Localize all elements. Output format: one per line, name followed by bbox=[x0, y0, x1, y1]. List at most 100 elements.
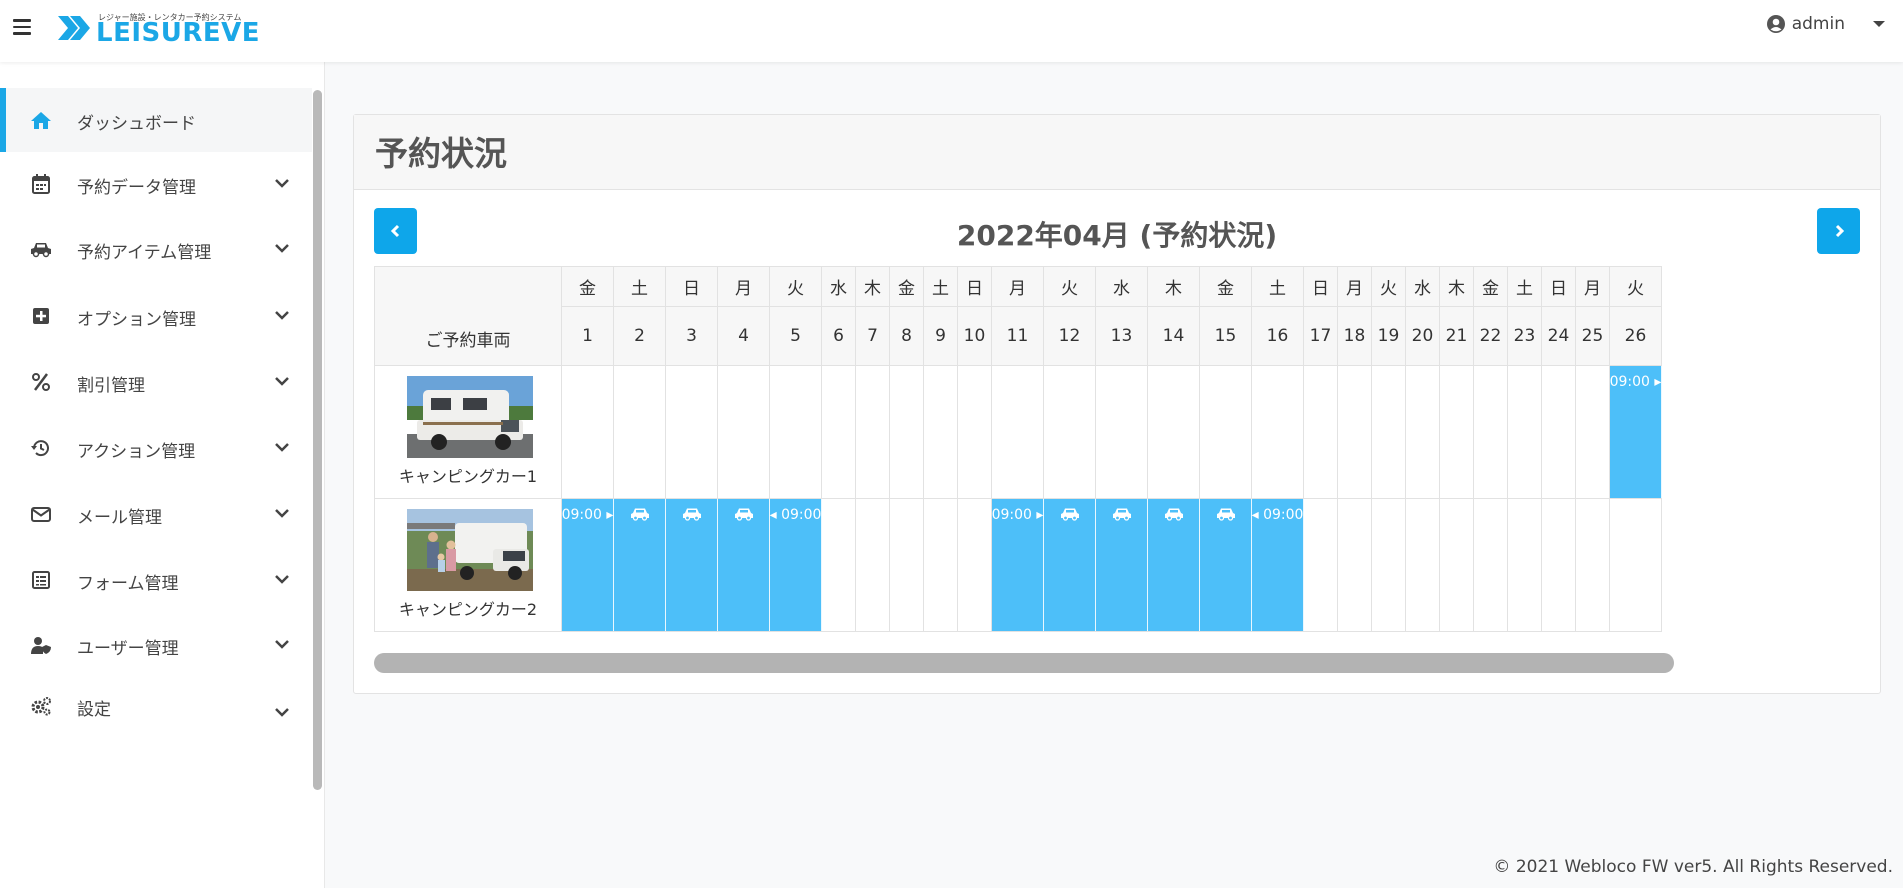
calendar-day-cell[interactable] bbox=[822, 366, 856, 499]
calendar-day-cell[interactable] bbox=[1542, 499, 1576, 632]
calendar-day-cell[interactable] bbox=[1474, 499, 1508, 632]
horizontal-scrollbar[interactable] bbox=[374, 653, 1674, 673]
gears-icon bbox=[31, 697, 51, 716]
booking-block[interactable] bbox=[1044, 499, 1096, 631]
calendar-day-cell[interactable] bbox=[1304, 499, 1338, 632]
booking-block[interactable] bbox=[1096, 499, 1148, 631]
booking-start-time: 09:00 ▸ bbox=[991, 507, 1044, 523]
weekday-header: 月 bbox=[992, 266, 1044, 307]
booking-block[interactable]: 09:00 ▸ bbox=[1610, 366, 1662, 498]
user-shield-icon bbox=[31, 637, 51, 654]
calendar-day-cell[interactable] bbox=[1148, 366, 1200, 499]
calendar-day-cell[interactable] bbox=[958, 366, 992, 499]
calendar-day-cell[interactable] bbox=[1304, 366, 1338, 499]
weekday-header: 金 bbox=[1200, 266, 1252, 307]
calendar-day-cell[interactable] bbox=[992, 366, 1044, 499]
sidebar-item-dashboard[interactable]: ダッシュボード bbox=[0, 88, 312, 152]
date-header: 20 bbox=[1406, 307, 1440, 366]
sidebar-item-reservation-data[interactable]: 予約データ管理 bbox=[0, 152, 312, 216]
calendar-day-cell[interactable] bbox=[1252, 366, 1304, 499]
next-month-button[interactable] bbox=[1817, 208, 1860, 254]
car-icon bbox=[630, 508, 649, 521]
calendar-day-cell[interactable] bbox=[856, 499, 890, 632]
date-header: 8 bbox=[890, 307, 924, 366]
calendar-day-cell[interactable] bbox=[958, 499, 992, 632]
calendar-day-cell[interactable] bbox=[1542, 366, 1576, 499]
vehicle-column-header: ご予約車両 bbox=[374, 266, 562, 366]
sidebar-item-forms[interactable]: フォーム管理 bbox=[0, 548, 312, 612]
calendar-day-cell[interactable] bbox=[1474, 366, 1508, 499]
vehicle-photo[interactable] bbox=[407, 376, 533, 458]
chevron-down-icon bbox=[275, 244, 289, 253]
booking-block[interactable] bbox=[614, 499, 666, 631]
chevron-down-icon bbox=[275, 509, 289, 518]
date-header: 12 bbox=[1044, 307, 1096, 366]
sidebar-item-mail[interactable]: メール管理 bbox=[0, 482, 312, 546]
booking-block[interactable] bbox=[1200, 499, 1252, 631]
calendar-day-cell[interactable] bbox=[614, 366, 666, 499]
user-menu[interactable]: admin bbox=[1766, 14, 1885, 34]
booking-block[interactable]: 09:00 ▸ bbox=[992, 499, 1044, 631]
weekday-header: 木 bbox=[856, 266, 890, 307]
calendar-day-cell[interactable] bbox=[890, 366, 924, 499]
chevron-down-icon bbox=[275, 377, 289, 386]
booking-start-time: 09:00 ▸ bbox=[561, 507, 614, 523]
booking-block[interactable]: ◂ 09:00 bbox=[1252, 499, 1304, 631]
calendar-day-cell[interactable] bbox=[1610, 499, 1662, 632]
sidebar-item-discounts[interactable]: 割引管理 bbox=[0, 350, 312, 414]
calendar-day-cell[interactable] bbox=[1576, 366, 1610, 499]
booking-block[interactable] bbox=[666, 499, 718, 631]
sidebar-item-options[interactable]: オプション管理 bbox=[0, 284, 312, 348]
calendar-day-cell[interactable] bbox=[1372, 366, 1406, 499]
plus-square-icon bbox=[33, 308, 49, 324]
calendar-day-cell[interactable] bbox=[1372, 499, 1406, 632]
booking-block[interactable] bbox=[718, 499, 770, 631]
booking-block[interactable]: 09:00 ▸ bbox=[562, 499, 614, 631]
calendar-day-cell[interactable] bbox=[562, 366, 614, 499]
hamburger-menu-icon[interactable] bbox=[13, 19, 31, 35]
calendar-day-cell[interactable] bbox=[1338, 366, 1372, 499]
calendar-day-cell[interactable] bbox=[924, 499, 958, 632]
calendar-day-cell[interactable] bbox=[822, 499, 856, 632]
calendar-day-cell[interactable] bbox=[718, 366, 770, 499]
calendar-day-cell[interactable] bbox=[1508, 499, 1542, 632]
calendar-day-cell[interactable] bbox=[1440, 366, 1474, 499]
date-header: 7 bbox=[856, 307, 890, 366]
calendar-day-cell[interactable] bbox=[1044, 366, 1096, 499]
page-title: 予約状況 bbox=[375, 134, 507, 173]
calendar-day-cell[interactable] bbox=[856, 366, 890, 499]
weekday-header: 日 bbox=[1542, 266, 1576, 307]
sidebar-item-label: メール管理 bbox=[77, 508, 162, 528]
sidebar-item-label: ダッシュボード bbox=[77, 114, 196, 134]
calendar-day-cell[interactable] bbox=[1440, 499, 1474, 632]
history-icon bbox=[31, 440, 49, 457]
sidebar-item-reservation-items[interactable]: 予約アイテム管理 bbox=[0, 217, 312, 281]
date-header: 25 bbox=[1576, 307, 1610, 366]
sidebar-item-label: アクション管理 bbox=[77, 442, 196, 462]
sidebar-item-users[interactable]: ユーザー管理 bbox=[0, 613, 312, 677]
sidebar-item-settings[interactable]: 設定 bbox=[0, 674, 312, 738]
sidebar-item-actions[interactable]: アクション管理 bbox=[0, 416, 312, 480]
top-bar: レジャー施設・レンタカー予約システム LEISUREVE admin bbox=[0, 0, 1903, 62]
calendar-day-cell[interactable] bbox=[1406, 366, 1440, 499]
calendar-day-cell[interactable] bbox=[1338, 499, 1372, 632]
calendar-day-cell[interactable] bbox=[1096, 366, 1148, 499]
date-header: 1 bbox=[562, 307, 614, 366]
booking-block[interactable]: ◂ 09:00 bbox=[770, 499, 822, 631]
calendar-day-cell[interactable] bbox=[1576, 499, 1610, 632]
calendar-day-cell[interactable] bbox=[1406, 499, 1440, 632]
calendar-day-cell[interactable] bbox=[890, 499, 924, 632]
sidebar-item-label: 予約データ管理 bbox=[77, 178, 196, 198]
sidebar-item-label: ユーザー管理 bbox=[77, 639, 179, 659]
calendar-day-cell[interactable] bbox=[1200, 366, 1252, 499]
calendar-day-cell[interactable] bbox=[770, 366, 822, 499]
calendar-day-cell[interactable] bbox=[666, 366, 718, 499]
chevron-down-icon bbox=[275, 179, 289, 188]
sidebar-scrollbar[interactable] bbox=[313, 90, 322, 790]
booking-block[interactable] bbox=[1148, 499, 1200, 631]
vehicle-photo[interactable] bbox=[407, 509, 533, 591]
weekday-header: 木 bbox=[1148, 266, 1200, 307]
calendar-day-cell[interactable] bbox=[1508, 366, 1542, 499]
calendar-day-cell[interactable] bbox=[924, 366, 958, 499]
logo-text: LEISUREVE bbox=[96, 18, 261, 48]
